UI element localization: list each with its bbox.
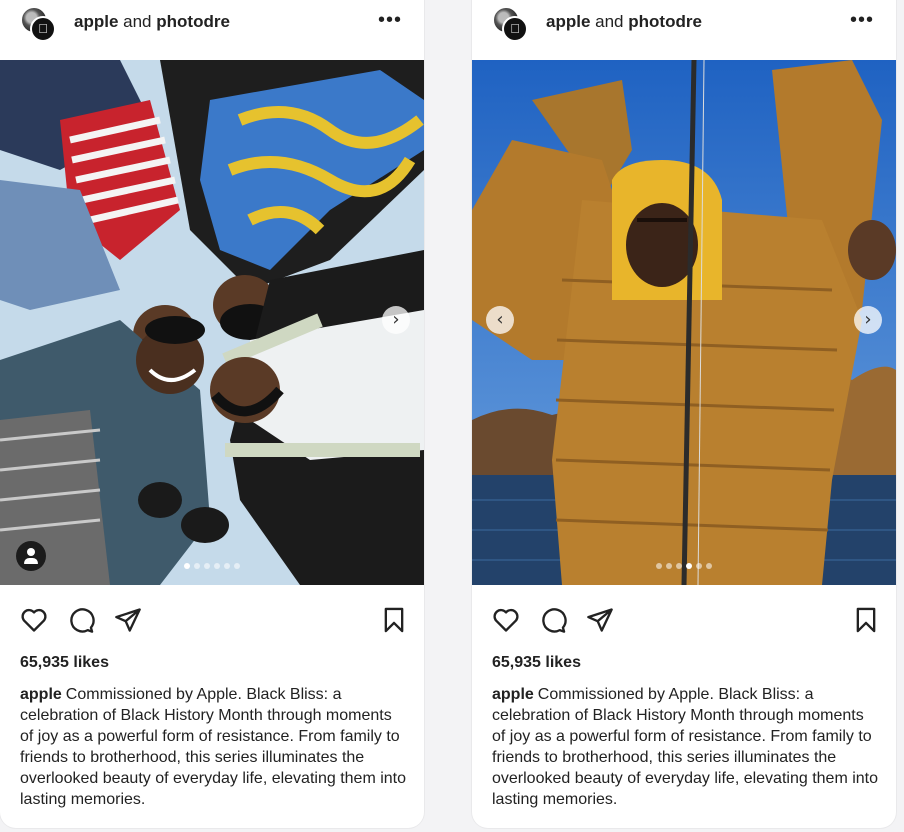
post-caption: apple Commissioned by Apple. Black Bliss:… <box>492 684 880 810</box>
bookmark-icon[interactable] <box>380 606 408 634</box>
avatar[interactable]:  <box>20 6 56 42</box>
caption-text: Commissioned by Apple. Black Bliss: a ce… <box>492 686 879 808</box>
post-accounts[interactable]: apple and photodre <box>546 12 702 32</box>
comment-icon[interactable] <box>539 606 567 634</box>
carousel-dot <box>184 563 190 569</box>
post-card-2:  apple and photodre ••• <box>472 0 896 828</box>
account-name-primary[interactable]: apple <box>74 12 118 31</box>
carousel-dot <box>214 563 220 569</box>
apple-logo-icon:  <box>30 16 56 42</box>
more-horizontal-icon[interactable]: ••• <box>378 10 402 30</box>
heart-icon[interactable] <box>20 606 48 634</box>
post-photo[interactable]: ‹ › <box>472 60 896 585</box>
carousel-dot <box>676 563 682 569</box>
likes-count[interactable]: 65,935 likes <box>20 654 109 672</box>
carousel-dot <box>204 563 210 569</box>
account-name-primary[interactable]: apple <box>546 12 590 31</box>
post-actions <box>0 600 424 640</box>
more-horizontal-icon[interactable]: ••• <box>850 10 874 30</box>
apple-logo-icon:  <box>502 16 528 42</box>
post-caption: apple Commissioned by Apple. Black Bliss:… <box>20 684 408 810</box>
post-header:  apple and photodre ••• <box>472 0 896 48</box>
carousel-dot <box>696 563 702 569</box>
account-name-secondary[interactable]: photodre <box>156 12 230 31</box>
post-actions <box>472 600 896 640</box>
caption-text: Commissioned by Apple. Black Bliss: a ce… <box>20 686 407 808</box>
caption-username[interactable]: apple <box>492 686 534 703</box>
photo-man-fishing-in-puffer-jacket <box>472 60 896 585</box>
post-photo[interactable]: › <box>0 60 424 585</box>
photo-friends-lying-on-ice <box>0 60 424 585</box>
carousel-dots <box>0 563 424 569</box>
carousel-dots <box>472 563 896 569</box>
bookmark-icon[interactable] <box>852 606 880 634</box>
likes-count[interactable]: 65,935 likes <box>492 654 581 672</box>
post-header:  apple and photodre ••• <box>0 0 424 48</box>
account-name-secondary[interactable]: photodre <box>628 12 702 31</box>
carousel-prev-button[interactable]: ‹ <box>486 306 514 334</box>
post-card-1:  apple and photodre ••• <box>0 0 424 828</box>
post-accounts[interactable]: apple and photodre <box>74 12 230 32</box>
instagram-feed:  apple and photodre ••• <box>0 0 904 832</box>
carousel-dot <box>656 563 662 569</box>
send-icon[interactable] <box>114 606 142 634</box>
account-joiner: and <box>123 12 152 31</box>
heart-icon[interactable] <box>492 606 520 634</box>
carousel-dot <box>686 563 692 569</box>
send-icon[interactable] <box>586 606 614 634</box>
caption-username[interactable]: apple <box>20 686 62 703</box>
carousel-next-button[interactable]: › <box>854 306 882 334</box>
account-joiner: and <box>595 12 624 31</box>
carousel-next-button[interactable]: › <box>382 306 410 334</box>
carousel-dot <box>666 563 672 569</box>
comment-icon[interactable] <box>67 606 95 634</box>
carousel-dot <box>224 563 230 569</box>
carousel-dot <box>706 563 712 569</box>
carousel-dot <box>234 563 240 569</box>
avatar[interactable]:  <box>492 6 528 42</box>
carousel-dot <box>194 563 200 569</box>
